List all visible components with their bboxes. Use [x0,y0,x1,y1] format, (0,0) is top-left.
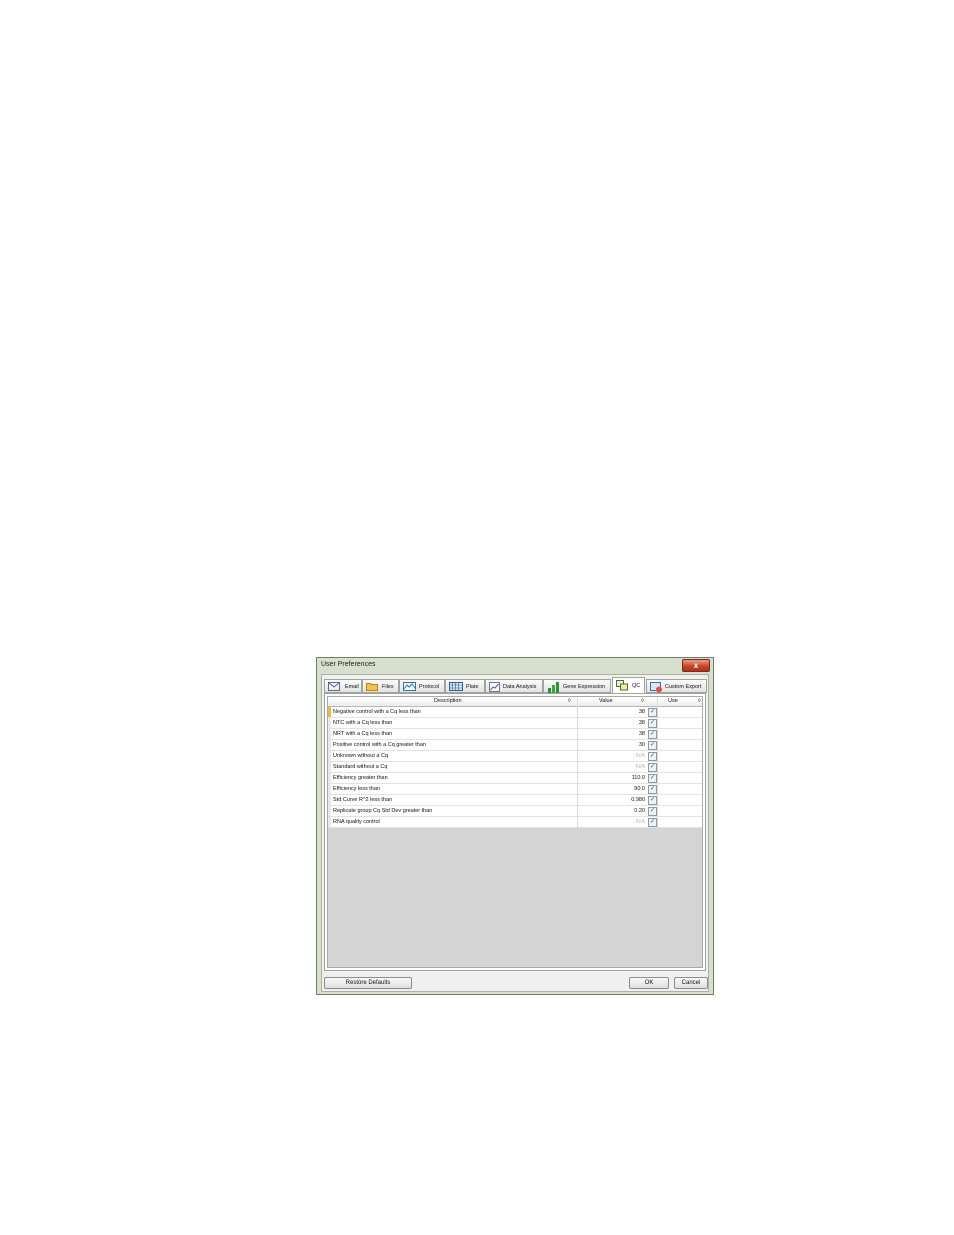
table-row[interactable]: Efficiency greater than 110.0 ✓ [328,773,702,784]
folder-icon [366,683,378,691]
use-checkbox[interactable]: ✓ [648,730,657,739]
tab-files[interactable]: Files [362,679,399,693]
use-checkbox[interactable]: ✓ [648,774,657,783]
data-analysis-icon [489,682,500,692]
column-divider[interactable] [657,697,658,828]
email-icon [328,682,340,691]
row-value[interactable]: 38 [595,731,645,737]
row-description: Negative control with a Cq less than [333,709,421,715]
row-selector[interactable] [328,729,331,739]
row-description: Standard without a Cq [333,764,388,770]
row-selector[interactable] [328,784,331,794]
tab-label: Custom Export [665,684,702,690]
row-selector[interactable] [328,762,331,772]
window-title: User Preferences [321,661,376,668]
sort-icon[interactable]: ◊ [641,698,644,704]
row-value[interactable]: 0.20 [595,808,645,814]
use-checkbox[interactable]: ✓ [648,708,657,717]
qc-icon [616,680,628,691]
row-value: N/A [635,819,645,825]
table-row[interactable]: Std Curve R^2 less than 0.980 ✓ [328,795,702,806]
qc-tab-panel: Description ◊ Value ◊ Use ◊ Negative con… [324,693,706,971]
row-value[interactable]: 38 [595,720,645,726]
row-value[interactable]: 30 [595,742,645,748]
tab-label: QC [632,683,641,689]
tab-protocol[interactable]: Protocol [399,679,445,693]
row-selector[interactable] [328,740,331,750]
tab-plate[interactable]: Plate [445,679,485,693]
row-value[interactable]: 0.980 [595,797,645,803]
row-description: RNA quality control [333,819,380,825]
use-checkbox[interactable]: ✓ [648,807,657,816]
row-description: Replicate group Cq Std Dev greater than [333,808,433,814]
row-value: N/A [635,753,645,759]
table-row[interactable]: Positive control with a Cq greater than … [328,740,702,751]
tab-strip: Email Files Protocol Plate Data Analysis [324,677,707,694]
row-value: N/A [635,764,645,770]
tab-gene-expression[interactable]: Gene Expression [543,679,611,693]
row-value[interactable]: 90.0 [595,786,645,792]
row-description: Unknown without a Cq [333,753,389,759]
plate-icon [449,682,463,691]
row-selector[interactable] [328,795,331,805]
sort-icon[interactable]: ◊ [698,698,701,704]
tab-label: Plate [466,684,479,690]
sort-icon[interactable]: ◊ [568,698,571,704]
use-checkbox[interactable]: ✓ [648,796,657,805]
column-header-use[interactable]: Use [668,698,678,704]
qc-rules-grid: Description ◊ Value ◊ Use ◊ Negative con… [327,696,703,968]
row-description: Efficiency greater than [333,775,388,781]
use-checkbox[interactable]: ✓ [648,741,657,750]
tab-data-analysis[interactable]: Data Analysis [485,679,543,693]
table-row[interactable]: Negative control with a Cq less than 38 … [328,707,702,718]
title-bar[interactable]: User Preferences x [317,658,713,673]
table-row[interactable]: NRT with a Cq less than 38 ✓ [328,729,702,740]
grid-header: Description ◊ Value ◊ Use ◊ [328,697,702,707]
use-checkbox[interactable]: ✓ [648,752,657,761]
row-selector[interactable] [328,751,331,761]
use-checkbox[interactable]: ✓ [648,719,657,728]
use-checkbox[interactable]: ✓ [648,763,657,772]
row-selector[interactable] [328,707,331,717]
user-preferences-dialog: User Preferences x Email Files Protocol [316,657,714,995]
row-value[interactable]: 110.0 [595,775,645,781]
row-description: Efficiency less than [333,786,380,792]
row-selector[interactable] [328,806,331,816]
table-row[interactable]: Standard without a Cq N/A ✓ [328,762,702,773]
bar-chart-icon [548,682,559,693]
row-selector[interactable] [328,773,331,783]
cancel-button[interactable]: Cancel [674,977,708,989]
row-description: Positive control with a Cq greater than [333,742,426,748]
row-description: Std Curve R^2 less than [333,797,393,803]
tab-email[interactable]: Email [324,679,362,693]
tab-label: Files [382,684,394,690]
column-header-value[interactable]: Value [599,698,613,704]
table-row[interactable]: Efficiency less than 90.0 ✓ [328,784,702,795]
table-row[interactable]: RNA quality control N/A ✓ [328,817,702,828]
row-selector[interactable] [328,718,331,728]
protocol-icon [403,682,416,691]
tab-label: Email [345,684,359,690]
table-row[interactable]: NTC with a Cq less than 38 ✓ [328,718,702,729]
dialog-client-area: Email Files Protocol Plate Data Analysis [321,674,709,992]
tab-label: Protocol [419,684,440,690]
row-description: NRT with a Cq less than [333,731,393,737]
column-divider[interactable] [577,697,578,828]
ok-button[interactable]: OK [629,977,669,989]
close-button[interactable]: x [682,659,710,672]
tab-custom-export[interactable]: Custom Export [646,679,707,693]
restore-defaults-button[interactable]: Restore Defaults [324,977,412,989]
row-description: NTC with a Cq less than [333,720,393,726]
tab-label: Gene Expression [563,684,606,690]
use-checkbox[interactable]: ✓ [648,818,657,827]
column-header-description[interactable]: Description [434,698,462,704]
use-checkbox[interactable]: ✓ [648,785,657,794]
table-row[interactable]: Unknown without a Cq N/A ✓ [328,751,702,762]
tab-qc[interactable]: QC [612,677,645,694]
custom-export-icon [650,682,662,693]
tab-label: Data Analysis [503,684,537,690]
table-row[interactable]: Replicate group Cq Std Dev greater than … [328,806,702,817]
row-selector[interactable] [328,817,331,827]
row-value[interactable]: 38 [595,709,645,715]
